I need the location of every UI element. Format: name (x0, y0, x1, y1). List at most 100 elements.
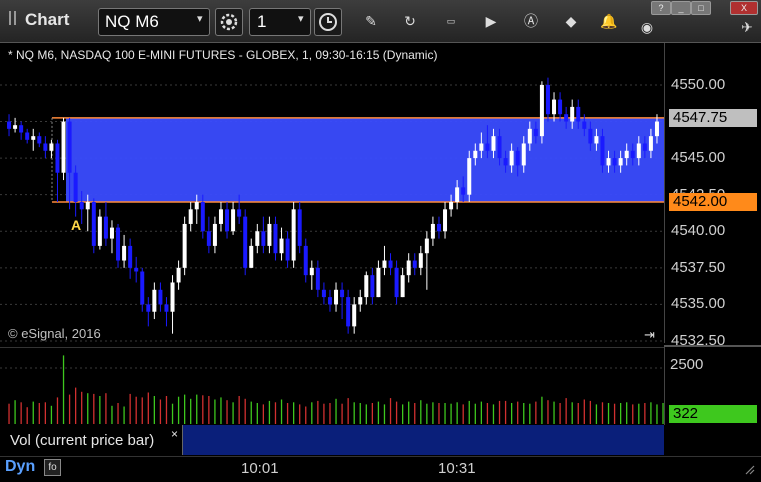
candlestick (327, 289, 332, 312)
candlestick (176, 260, 181, 290)
candlestick (212, 216, 217, 254)
candlestick (303, 238, 308, 283)
candlestick (267, 216, 272, 254)
candlestick (436, 216, 441, 239)
marker-label: A (71, 217, 82, 233)
pencil-icon[interactable]: ✎ (360, 10, 382, 32)
candlestick (109, 220, 114, 254)
candlestick (340, 282, 345, 320)
interval-value: 1 (257, 12, 267, 31)
minimize-button[interactable]: _ (671, 1, 691, 15)
candlestick (7, 114, 12, 137)
candlestick (231, 202, 236, 235)
chevron-down-icon[interactable]: ▾ (298, 12, 304, 25)
candlestick (91, 198, 96, 254)
candlestick (134, 256, 139, 283)
price-tag-high: 4547.75 (669, 108, 757, 127)
drag-handle-icon[interactable] (8, 11, 18, 25)
bird-icon[interactable]: ✈ (736, 16, 758, 38)
candlestick (424, 231, 429, 290)
candlestick (61, 117, 66, 181)
bell-icon[interactable]: 🔔 (598, 10, 620, 32)
volume-tick: 2500 (670, 356, 704, 373)
candlestick (188, 202, 193, 232)
resize-grip-icon[interactable] (744, 462, 755, 475)
candlestick (43, 136, 48, 159)
candlestick (352, 297, 357, 334)
candlestick (31, 128, 36, 151)
function-icon[interactable]: fo (44, 459, 61, 476)
volume-tag: 322 (669, 405, 757, 423)
price-tick: 4545.00 (671, 149, 726, 167)
help-button[interactable]: ? (651, 1, 671, 15)
maximize-button[interactable]: □ (691, 1, 711, 15)
candlestick (358, 289, 363, 312)
candlestick (406, 253, 411, 283)
alert-icon[interactable]: Ⓐ (520, 10, 542, 32)
volume-chart[interactable] (0, 347, 676, 426)
price-tick: 4537.50 (671, 258, 726, 276)
candlestick (116, 223, 121, 268)
time-button[interactable] (314, 8, 342, 36)
candlestick (13, 117, 18, 133)
candlestick (388, 253, 393, 276)
candlestick (467, 150, 472, 202)
clock-icon (319, 13, 337, 31)
candlestick (418, 245, 423, 276)
candlestick (97, 209, 102, 250)
settings-icon (220, 13, 238, 31)
candlestick (539, 81, 544, 144)
dyn-label[interactable]: Dyn (5, 458, 35, 476)
candlestick (545, 77, 550, 122)
time-label: 10:31 (438, 460, 476, 477)
candlestick (140, 267, 145, 312)
candlestick (37, 132, 42, 148)
play-icon[interactable]: ▶ (480, 10, 502, 32)
close-button[interactable]: X (730, 1, 758, 15)
get-icon[interactable]: ▭ (440, 10, 462, 32)
price-tick: 4535.00 (671, 295, 726, 313)
window-title: Chart (25, 10, 70, 29)
candlestick (291, 202, 296, 268)
close-icon[interactable]: × (171, 427, 178, 441)
candlestick (182, 216, 187, 276)
candlestick (152, 282, 157, 320)
time-axis[interactable] (0, 456, 761, 482)
tag-icon[interactable]: ◆ (560, 10, 582, 32)
candlestick (443, 202, 448, 239)
candlestick (297, 202, 302, 254)
interval-field[interactable]: 1 ▾ (249, 8, 311, 36)
price-tick: 4550.00 (671, 75, 726, 93)
candlestick (400, 267, 405, 298)
price-chart[interactable] (0, 43, 664, 343)
candlestick (346, 289, 351, 334)
candlestick (376, 260, 381, 298)
candlestick (321, 282, 326, 305)
candlestick (394, 260, 399, 305)
price-band[interactable] (66, 117, 664, 202)
volume-tab-label: Vol (current price bar) (10, 432, 155, 449)
candlestick (73, 165, 78, 217)
chevron-down-icon[interactable]: ▾ (197, 12, 203, 25)
symbol-field[interactable]: NQ M6 ▾ (98, 8, 210, 36)
candlestick (243, 209, 248, 276)
settings-button[interactable] (215, 8, 243, 36)
candlestick (285, 231, 290, 268)
price-tag-low: 4542.00 (669, 193, 757, 211)
candlestick (170, 275, 175, 334)
symbol-value: NQ M6 (105, 12, 159, 31)
candlestick (122, 234, 127, 268)
refresh-icon[interactable]: ↻ (399, 10, 421, 32)
candlestick (279, 227, 284, 261)
candlestick (206, 216, 211, 254)
candlestick (412, 253, 417, 276)
candlestick (158, 282, 163, 312)
candlestick (364, 271, 369, 305)
price-tick: 4540.00 (671, 222, 726, 240)
globe-icon[interactable]: ◉ (636, 16, 658, 38)
scroll-right-icon[interactable]: ⇥ (644, 327, 655, 343)
candlestick (309, 260, 314, 290)
candlestick (164, 297, 169, 327)
candlestick (225, 202, 230, 239)
candlestick (55, 139, 60, 202)
